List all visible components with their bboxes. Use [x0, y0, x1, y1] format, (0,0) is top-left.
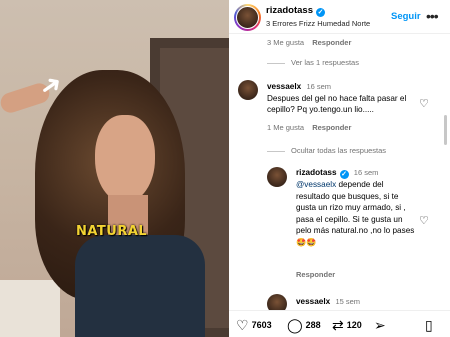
reply-mention-link[interactable]: @vessaelx	[296, 180, 336, 189]
share-action[interactable]: ⇄ 120	[332, 317, 362, 334]
author-username[interactable]: rizadotass	[266, 5, 313, 16]
view-replies-label[interactable]: Ver las 1 respuestas	[291, 58, 359, 67]
author-avatar-ring[interactable]	[234, 4, 261, 31]
post-side-panel: rizadotass ✓ 3 Errores Frizz Humedad Nort…	[229, 0, 450, 337]
comment-text: Despues del gel no hace falta pasar el c…	[267, 93, 407, 115]
person-top	[75, 235, 205, 337]
comment-time: 16 sem	[306, 82, 332, 91]
share-count: 120	[346, 319, 362, 330]
post-audio-title[interactable]: 3 Errores Frizz Humedad Norte	[266, 19, 370, 28]
comment-meta: 1 Me gusta Responder	[267, 123, 351, 132]
video-overlay-text: NATURAL	[76, 224, 148, 239]
comment-body: vessaelx 16 sem Despues del gel no hace …	[267, 81, 417, 116]
comment-time: 15 sem	[335, 297, 361, 306]
person-face	[95, 115, 155, 203]
reply-body: rizadotass ✓ 16 sem @vessaelx depende del…	[296, 167, 418, 248]
like-action[interactable]: ♡ 7603	[236, 317, 272, 334]
hide-replies-label[interactable]: Ocultar todas las respuestas	[291, 146, 386, 155]
verified-badge-icon: ✓	[316, 8, 325, 17]
post-video[interactable]: ➜ NATURAL	[0, 0, 229, 337]
more-options-icon[interactable]: •••	[426, 8, 439, 24]
bookmark-icon[interactable]: ▯	[425, 317, 433, 334]
verified-badge-icon: ✓	[339, 170, 349, 179]
post-actions-bar: ♡ 7603 ◯ 288 ⇄ 120 ➢ ▯	[229, 310, 450, 337]
comment-likes-count[interactable]: 3 Me gusta	[267, 38, 304, 47]
reply-button[interactable]: Responder	[296, 270, 335, 279]
reply-author-avatar[interactable]	[267, 167, 287, 187]
reply-button[interactable]: Responder	[312, 38, 351, 47]
heart-icon[interactable]: ♡	[236, 317, 249, 334]
top-comment-meta: 3 Me gusta Responder	[267, 38, 351, 47]
comment-header: vessaelx 15 sem	[296, 296, 360, 308]
send-action[interactable]: ➢	[374, 317, 389, 334]
comment-count: 288	[305, 319, 321, 330]
save-action[interactable]: ▯	[425, 317, 436, 334]
view-replies-toggle[interactable]: Ver las 1 respuestas	[267, 58, 359, 67]
post-header: rizadotass ✓ 3 Errores Frizz Humedad Nort…	[229, 0, 450, 34]
reply-author-username[interactable]: rizadotass	[296, 168, 337, 177]
hide-replies-toggle[interactable]: Ocultar todas las respuestas	[267, 146, 386, 155]
divider-line	[267, 62, 285, 64]
panel-scrollbar[interactable]	[444, 115, 447, 145]
divider-line	[267, 150, 285, 152]
reply-button[interactable]: Responder	[312, 123, 351, 132]
commenter-username[interactable]: vessaelx	[296, 297, 330, 306]
reply-time: 16 sem	[353, 168, 379, 177]
comment-likes-count[interactable]: 1 Me gusta	[267, 123, 304, 132]
commenter-avatar[interactable]	[238, 80, 258, 100]
author-username-row[interactable]: rizadotass ✓	[266, 5, 325, 17]
instagram-post-window: ➜ NATURAL rizadotass ✓ 3 Errores Frizz Hu…	[0, 0, 450, 337]
share-icon[interactable]: ⇄	[332, 317, 344, 334]
comment-like-heart-icon[interactable]: ♡	[419, 97, 429, 110]
send-icon[interactable]: ➢	[374, 317, 386, 334]
comment-action[interactable]: ◯ 288	[287, 317, 321, 334]
author-avatar[interactable]	[236, 6, 259, 29]
comment-icon[interactable]: ◯	[287, 317, 303, 334]
reply-text: depende del resultado que busques, si te…	[296, 180, 415, 247]
like-count: 7603	[251, 319, 272, 330]
follow-button[interactable]: Seguir	[391, 11, 421, 22]
commenter-username[interactable]: vessaelx	[267, 82, 301, 91]
background-shelf	[0, 280, 60, 337]
reply-like-heart-icon[interactable]: ♡	[419, 214, 429, 227]
